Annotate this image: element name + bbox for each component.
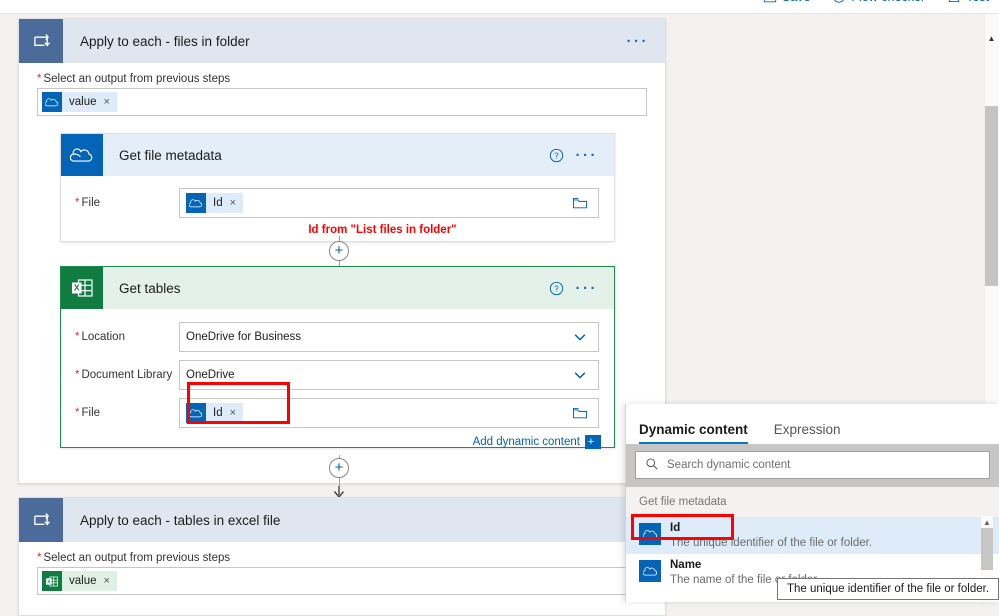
test-flask-icon xyxy=(947,0,961,4)
loop-icon xyxy=(19,19,63,63)
dynamic-content-item-id[interactable]: Id The unique identifier of the file or … xyxy=(626,517,999,554)
search-placeholder: Search dynamic content xyxy=(667,459,791,471)
plus-badge-icon[interactable]: + xyxy=(585,435,599,449)
token-chip-id[interactable]: Id × xyxy=(186,403,244,423)
dynamic-content-item-name: Id xyxy=(670,522,681,534)
excel-icon: X xyxy=(61,267,103,309)
select-output-input[interactable]: X value × xyxy=(37,567,647,595)
select-output-label: * Select an output from previous steps xyxy=(37,73,231,85)
add-dynamic-content-link[interactable]: Add dynamic content + xyxy=(61,435,614,449)
add-dynamic-content-label: Add dynamic content xyxy=(472,436,580,448)
search-icon xyxy=(645,457,659,474)
location-dropdown[interactable]: OneDrive for Business xyxy=(179,322,599,352)
token-chip-id[interactable]: Id × xyxy=(186,193,244,213)
dynamic-content-group-header: Get file metadata xyxy=(626,487,999,517)
loop-icon xyxy=(19,498,63,542)
select-output-input[interactable]: value × xyxy=(37,88,647,116)
save-label: Save xyxy=(782,0,811,4)
chevron-down-icon[interactable] xyxy=(572,367,592,383)
token-chip-value[interactable]: X value × xyxy=(42,571,117,591)
help-icon[interactable]: ? xyxy=(549,267,576,309)
svg-text:?: ? xyxy=(554,284,559,293)
canvas-scrollbar[interactable]: ▲ xyxy=(984,14,999,404)
test-label: Test xyxy=(966,0,989,4)
scroll-up-arrow-icon[interactable]: ▲ xyxy=(985,32,998,45)
onedrive-icon xyxy=(42,92,62,112)
tooltip: The unique identifier of the file or fol… xyxy=(777,578,999,600)
file-token-input[interactable]: Id × xyxy=(179,398,599,428)
get-tables-header[interactable]: X Get tables ? ··· xyxy=(61,267,614,309)
folder-picker-icon[interactable] xyxy=(572,406,592,420)
get-file-metadata-title: Get file metadata xyxy=(119,147,222,163)
token-remove-icon[interactable]: × xyxy=(104,96,110,108)
apply-to-each-files-header[interactable]: Apply to each - files in folder ··· xyxy=(19,19,665,63)
get-tables-title: Get tables xyxy=(119,280,181,296)
token-label: value xyxy=(69,96,97,108)
get-tables-card[interactable]: X Get tables ? ··· * Location OneDrive fo… xyxy=(60,266,615,449)
annotation-id-from-list-files: Id from "List files in folder" xyxy=(308,224,457,236)
onedrive-icon xyxy=(639,523,661,545)
token-label: value xyxy=(69,575,97,587)
token-remove-icon[interactable]: × xyxy=(230,197,236,209)
dynamic-content-panel[interactable]: Dynamic content Expression Search dynami… xyxy=(625,404,999,602)
dynamic-content-item-name: Name xyxy=(670,559,702,571)
apply-to-each-files-menu[interactable]: ··· xyxy=(627,19,666,63)
flow-checker-icon xyxy=(832,0,846,4)
token-remove-icon[interactable]: × xyxy=(104,575,110,587)
get-file-metadata-card[interactable]: Get file metadata ? ··· * File Id × Id f… xyxy=(60,133,615,242)
flow-checker-label: Flow checker xyxy=(851,0,925,4)
save-button[interactable]: Save xyxy=(763,0,811,4)
get-file-metadata-menu[interactable]: ··· xyxy=(576,134,615,176)
excel-icon: X xyxy=(42,571,62,591)
flow-checker-button[interactable]: Flow checker xyxy=(832,0,925,4)
apply-to-each-tables-title: Apply to each - tables in excel file xyxy=(80,512,281,528)
save-icon xyxy=(763,0,777,4)
token-chip-value[interactable]: value × xyxy=(42,92,117,112)
apply-to-each-tables-header[interactable]: Apply to each - tables in excel file · xyxy=(19,498,665,542)
file-label: * File xyxy=(75,407,101,419)
dynamic-content-item-description: The unique identifier of the file or fol… xyxy=(670,537,873,549)
dynamic-content-scroll-thumb[interactable] xyxy=(981,528,993,570)
search-input[interactable]: Search dynamic content xyxy=(635,451,990,479)
scroll-up-arrow-icon[interactable]: ▲ xyxy=(981,516,993,528)
location-label: * Location xyxy=(75,331,125,343)
flow-designer-screen: Save Flow checker Test xyxy=(0,0,999,616)
token-label: Id xyxy=(213,197,223,209)
svg-text:?: ? xyxy=(554,151,559,160)
command-bar: Save Flow checker Test xyxy=(0,0,999,14)
file-label: * File xyxy=(75,197,101,209)
location-value: OneDrive for Business xyxy=(186,331,302,343)
onedrive-icon xyxy=(639,560,661,582)
svg-text:X: X xyxy=(74,283,80,293)
test-button[interactable]: Test xyxy=(947,0,989,4)
onedrive-icon xyxy=(61,134,103,176)
file-input[interactable]: Id × xyxy=(179,188,599,218)
document-library-value: OneDrive xyxy=(186,369,235,381)
apply-to-each-files-title: Apply to each - files in folder xyxy=(80,33,250,49)
token-label: Id xyxy=(213,407,223,419)
apply-to-each-tables-card[interactable]: Apply to each - tables in excel file · *… xyxy=(18,497,666,616)
onedrive-icon xyxy=(186,193,206,213)
get-tables-menu[interactable]: ··· xyxy=(576,267,615,309)
dynamic-content-tabs: Dynamic content Expression xyxy=(626,404,999,444)
select-output-label: * Select an output from previous steps xyxy=(37,552,231,564)
document-library-label: * Document Library xyxy=(75,369,173,381)
onedrive-icon xyxy=(186,403,206,423)
token-remove-icon[interactable]: × xyxy=(230,407,236,419)
canvas-scroll-thumb[interactable] xyxy=(985,106,998,286)
document-library-dropdown[interactable]: OneDrive xyxy=(179,360,599,390)
chevron-down-icon[interactable] xyxy=(572,329,592,345)
insert-step-button[interactable]: + xyxy=(329,241,349,261)
folder-picker-icon[interactable] xyxy=(572,196,592,210)
required-marker: * xyxy=(37,73,42,85)
help-icon[interactable]: ? xyxy=(549,134,576,176)
dynamic-content-search-wrap: Search dynamic content xyxy=(626,444,999,487)
insert-step-button[interactable]: + xyxy=(329,458,349,478)
connector-2: + xyxy=(329,455,349,499)
tab-dynamic-content[interactable]: Dynamic content xyxy=(639,422,748,444)
tab-expression[interactable]: Expression xyxy=(774,422,841,444)
get-file-metadata-header[interactable]: Get file metadata ? ··· xyxy=(61,134,614,176)
